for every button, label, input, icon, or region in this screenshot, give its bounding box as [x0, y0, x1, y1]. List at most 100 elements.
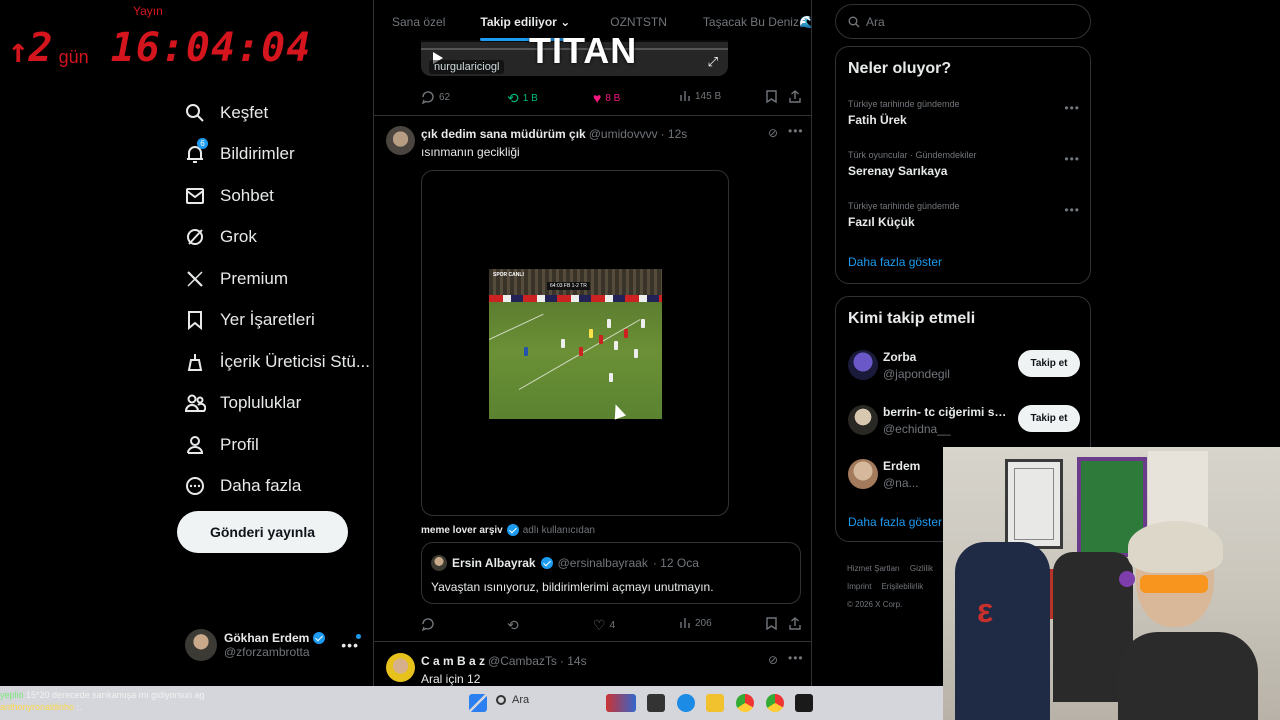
more-options-icon[interactable]: ••• — [341, 637, 359, 653]
sidebar-nav: Keşfet 6 Bildirimler Sohbet Grok Premium… — [180, 92, 370, 507]
views-count: 206 — [695, 617, 712, 629]
sidebar-item-explore[interactable]: Keşfet — [180, 92, 370, 134]
sidebar-item-communities[interactable]: Topluluklar — [180, 383, 370, 425]
avatar[interactable] — [386, 653, 415, 682]
share-button[interactable] — [789, 617, 801, 630]
fullscreen-icon[interactable]: ⤢ — [708, 54, 718, 70]
follow-suggestion[interactable]: Zorba @japondegil Takip et — [848, 345, 1080, 385]
follow-suggestion[interactable]: berrin- tc ciğerimi so... @echidna__ Tak… — [848, 400, 1080, 440]
tweet-author-name[interactable]: çık dedim sana müdürüm çık — [421, 127, 586, 141]
reply-button[interactable] — [421, 617, 439, 631]
sidebar-item-premium[interactable]: Premium — [180, 258, 370, 300]
show-more-suggestions-link[interactable]: Daha fazla göster — [848, 515, 942, 529]
bookmark-button[interactable] — [766, 90, 777, 103]
post-button[interactable]: Gönderi yayınla — [177, 511, 348, 553]
follow-button[interactable]: Takip et — [1018, 405, 1080, 432]
share-icon — [789, 90, 801, 103]
stream-days-unit: gün — [58, 47, 89, 67]
more-circle-icon — [180, 476, 210, 496]
tab-for-you[interactable]: Sana özel — [392, 0, 445, 42]
stream-live-label: Yayın — [133, 4, 163, 18]
trend-item[interactable]: Türk oyuncular · Gündemdekiler Serenay S… — [848, 150, 1080, 178]
sidebar-item-profile[interactable]: Profil — [180, 424, 370, 466]
bookmark-icon — [766, 90, 777, 103]
footer-link[interactable]: Imprint — [847, 578, 871, 596]
video-attribution[interactable]: meme lover arşiv adlı kullanıcıdan — [421, 524, 595, 536]
avatar[interactable] — [386, 126, 415, 155]
footer-link[interactable]: Gizlilik — [910, 560, 933, 578]
task-view-icon[interactable] — [647, 694, 665, 712]
trends-card: Neler oluyor? Türkiye tarihinde gündemde… — [835, 46, 1091, 284]
repost-button[interactable]: ⟲ — [507, 617, 523, 634]
tweet-time[interactable]: · 14s — [560, 654, 587, 668]
more-options-icon[interactable]: ••• — [1064, 101, 1080, 115]
suggestion-name: Erdem — [883, 458, 921, 473]
account-switcher[interactable]: Gökhan Erdem @zforzambrotta ••• — [185, 629, 365, 661]
sidebar-item-grok[interactable]: Grok — [180, 217, 370, 259]
stream-chat: yeplio 15*20 derecede sarıkamışa mı gidi… — [0, 689, 205, 713]
reply-button[interactable]: 62 — [421, 90, 450, 104]
player — [624, 329, 628, 338]
footer-link[interactable]: Erişilebilirlik — [881, 578, 923, 596]
views-button[interactable]: 206 — [679, 617, 712, 629]
taskbar-widget-icon[interactable] — [606, 694, 636, 712]
webcam-overlay: ε — [943, 447, 1280, 720]
repost-button[interactable]: ⟲ 1 B — [507, 90, 538, 107]
tweet-header: çık dedim sana müdürüm çık @umidovvvv · … — [421, 127, 687, 141]
like-button[interactable]: ♥ 8 B — [593, 90, 620, 106]
views-button[interactable]: 145 B — [679, 90, 721, 102]
attribution-name[interactable]: meme lover arşiv — [421, 525, 503, 536]
repost-count: 1 B — [522, 93, 538, 104]
taskbar-search[interactable]: Ara — [496, 694, 529, 706]
ad-boards — [489, 295, 662, 302]
suggestion-name: Zorba — [883, 349, 917, 364]
copyright: © 2026 X Corp. — [847, 600, 903, 609]
share-button[interactable] — [789, 90, 801, 103]
more-options-icon[interactable]: ••• — [1064, 152, 1080, 166]
divider — [374, 641, 811, 642]
quoted-tweet-text: Yavaştan ısınıyoruz, bildirimlerimi açma… — [431, 580, 714, 594]
bookmark-button[interactable] — [766, 617, 777, 630]
grok-icon[interactable]: ⊘ — [768, 653, 778, 667]
sidebar-item-messages[interactable]: Sohbet — [180, 175, 370, 217]
sidebar-item-bookmarks[interactable]: Yer İşaretleri — [180, 300, 370, 342]
chat-username: yeplio — [0, 690, 24, 700]
tweet-author-handle[interactable]: @CambazTs — [488, 654, 557, 668]
grok-icon[interactable]: ⊘ — [768, 126, 778, 140]
sidebar-item-label: Grok — [220, 227, 257, 247]
sidebar-item-notifications[interactable]: 6 Bildirimler — [180, 134, 370, 176]
video-tagged-user: nurgulariciogl — [429, 60, 505, 74]
trend-item[interactable]: Türkiye tarihinde gündemde Fatih Ürek ••… — [848, 99, 1080, 127]
like-button[interactable]: ♡ 4 — [593, 617, 615, 634]
chrome-icon[interactable] — [736, 694, 754, 712]
sidebar-item-creator-studio[interactable]: İçerik Üreticisi Stü... — [180, 341, 370, 383]
chevron-down-icon: ⌄ — [560, 15, 571, 29]
edge-browser-icon[interactable] — [677, 694, 695, 712]
trend-item[interactable]: Türkiye tarihinde gündemde Fazıl Küçük •… — [848, 201, 1080, 229]
sidebar-item-more[interactable]: Daha fazla — [180, 466, 370, 508]
footer-links: Hizmet Şartları Gizlilik Imprint Erişilebi… — [847, 560, 947, 614]
tab-list-tasacak[interactable]: Taşacak Bu Deniz🌊 — [703, 0, 811, 42]
follow-button[interactable]: Takip et — [1018, 350, 1080, 377]
search-box[interactable] — [835, 4, 1091, 39]
search-input[interactable] — [866, 14, 1066, 29]
stream-days: 2 — [28, 25, 53, 71]
scoreboard: 64:03 FB 1-2 TR — [547, 282, 590, 290]
more-options-icon[interactable]: ••• — [788, 651, 804, 665]
stream-clock: 16:04:04 — [110, 25, 312, 71]
windows-start-icon[interactable] — [469, 694, 487, 712]
quoted-tweet[interactable]: Ersin Albayrak @ersinalbayraak · 12 Oca … — [421, 542, 801, 604]
tweet-text: Aral için 12 — [421, 672, 481, 686]
file-explorer-icon[interactable] — [706, 694, 724, 712]
pitch-line — [489, 313, 544, 340]
tweet-video[interactable]: SPOR CANLI 64:03 FB 1-2 TR — [421, 170, 729, 516]
more-options-icon[interactable]: ••• — [1064, 203, 1080, 217]
tweet-author-name[interactable]: C a m B a z — [421, 654, 485, 668]
chrome-icon[interactable] — [766, 694, 784, 712]
tweet-time[interactable]: · 12s — [661, 127, 688, 141]
footer-link[interactable]: Hizmet Şartları — [847, 560, 900, 578]
show-more-trends-link[interactable]: Daha fazla göster — [848, 255, 942, 269]
app-icon[interactable] — [795, 694, 813, 712]
more-options-icon[interactable]: ••• — [788, 124, 804, 138]
tweet-author-handle[interactable]: @umidovvvv — [589, 127, 658, 141]
